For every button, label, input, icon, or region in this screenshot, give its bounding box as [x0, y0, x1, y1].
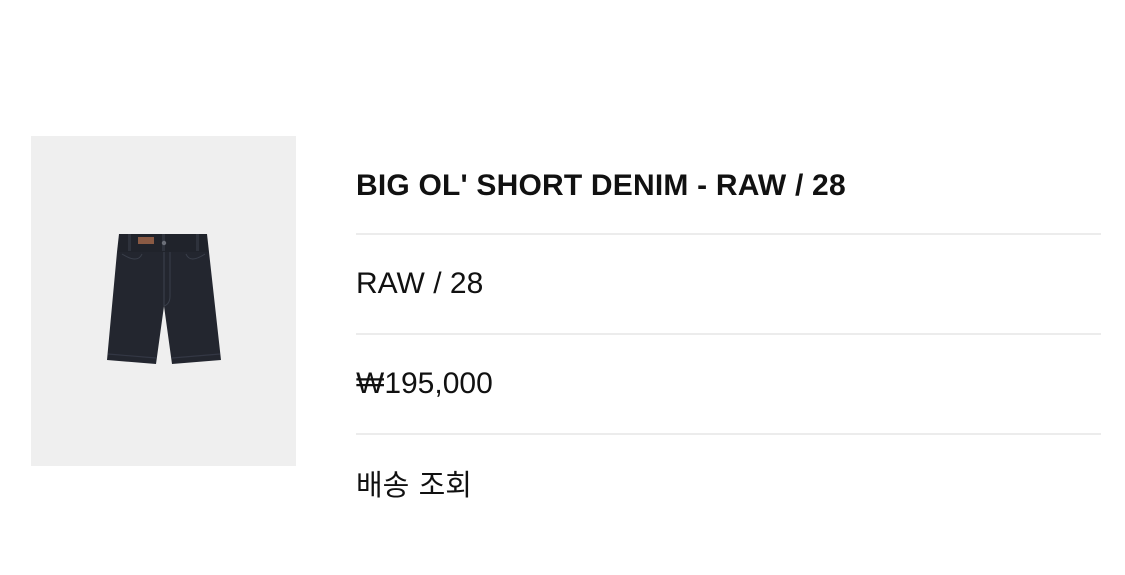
order-item-card: BIG OL' SHORT DENIM - RAW / 28 RAW / 28 … — [0, 0, 1125, 575]
product-option: RAW / 28 — [356, 267, 484, 300]
product-title[interactable]: BIG OL' SHORT DENIM - RAW / 28 — [356, 167, 846, 203]
title-row: BIG OL' SHORT DENIM - RAW / 28 — [356, 136, 1101, 235]
product-thumbnail[interactable] — [31, 136, 296, 466]
shipping-tracking-link[interactable]: 배송 조회 — [356, 462, 472, 504]
price-row: ₩195,000 — [356, 335, 1101, 435]
product-info: BIG OL' SHORT DENIM - RAW / 28 RAW / 28 … — [356, 136, 1101, 531]
shipping-row: 배송 조회 — [356, 435, 1101, 531]
product-price: ₩195,000 — [356, 367, 493, 400]
denim-shorts-image — [106, 234, 221, 364]
option-row: RAW / 28 — [356, 235, 1101, 335]
